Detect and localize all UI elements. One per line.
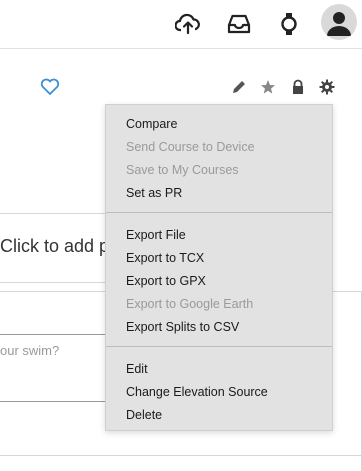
star-icon[interactable] — [259, 78, 277, 96]
menu-divider — [106, 212, 332, 213]
menu-item-edit[interactable]: Edit — [126, 361, 148, 377]
lock-icon[interactable] — [289, 78, 307, 96]
watch-icon[interactable] — [275, 10, 303, 38]
pencil-edit-icon[interactable] — [230, 78, 248, 96]
menu-item-export-to-gpx[interactable]: Export to GPX — [126, 273, 206, 289]
description-placeholder: our swim? — [0, 343, 60, 358]
menu-item-save-to-my-courses: Save to My Courses — [126, 163, 239, 177]
menu-item-send-course-to-device: Send Course to Device — [126, 140, 255, 154]
menu-item-export-to-google-earth: Export to Google Earth — [126, 297, 254, 311]
inbox-icon[interactable] — [225, 10, 253, 38]
menu-item-set-as-pr[interactable]: Set as PR — [126, 185, 182, 201]
like-heart-icon[interactable] — [40, 78, 60, 98]
menu-item-change-elevation-source[interactable]: Change Elevation Source — [126, 384, 268, 400]
menu-item-compare[interactable]: Compare — [126, 116, 177, 132]
notes-panel-top-border — [0, 455, 362, 456]
menu-item-export-to-tcx[interactable]: Export to TCX — [126, 250, 204, 266]
menu-item-export-splits-to-csv[interactable]: Export Splits to CSV — [126, 319, 239, 335]
upload-cloud-icon[interactable] — [174, 10, 202, 38]
gear-settings-icon[interactable] — [318, 78, 336, 96]
user-avatar[interactable] — [321, 4, 357, 40]
menu-item-export-file[interactable]: Export File — [126, 227, 186, 243]
add-photo-prompt[interactable]: Click to add ph — [0, 236, 119, 257]
photo-panel-top-border — [0, 213, 110, 214]
menu-divider — [106, 346, 332, 347]
menu-item-delete[interactable]: Delete — [126, 407, 162, 423]
top-navigation-bar — [0, 0, 362, 49]
settings-dropdown-menu: Compare Send Course to Device Save to My… — [105, 104, 333, 431]
photo-panel-bottom-border — [0, 282, 110, 283]
